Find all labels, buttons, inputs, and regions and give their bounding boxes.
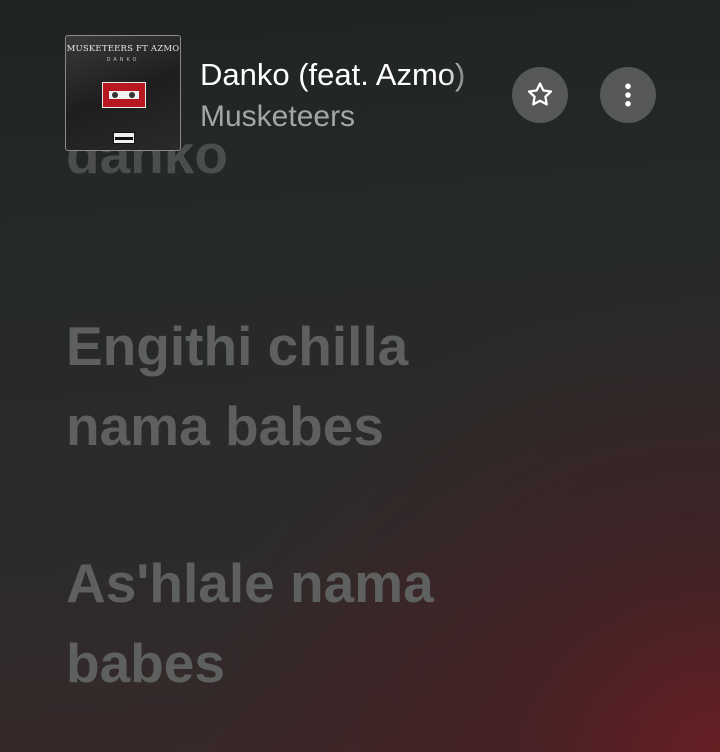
song-title[interactable]: Danko (feat. Azmo) [200, 57, 478, 97]
lyric-line[interactable]: Engithi chilla [66, 306, 408, 386]
more-options-button[interactable] [600, 67, 656, 123]
vertical-ellipsis-icon [625, 83, 631, 107]
lyric-line[interactable]: babes [66, 623, 225, 703]
star-outline-icon [527, 82, 553, 106]
favorite-button[interactable] [512, 67, 568, 123]
lyric-line[interactable]: nama babes [66, 386, 384, 466]
album-artwork[interactable]: MUSKETEERS FT AZMO DANKO [65, 35, 181, 151]
artwork-title: MUSKETEERS FT AZMO [66, 44, 180, 54]
parental-advisory-label [113, 132, 135, 144]
lyric-line[interactable]: As'hlale nama [66, 543, 434, 623]
artist-name[interactable]: Musketeers [200, 100, 355, 134]
artwork-subtitle: DANKO [106, 57, 140, 63]
now-playing-header: MUSKETEERS FT AZMO DANKO Danko (feat. Az… [0, 0, 720, 170]
cassette-graphic [102, 82, 146, 108]
